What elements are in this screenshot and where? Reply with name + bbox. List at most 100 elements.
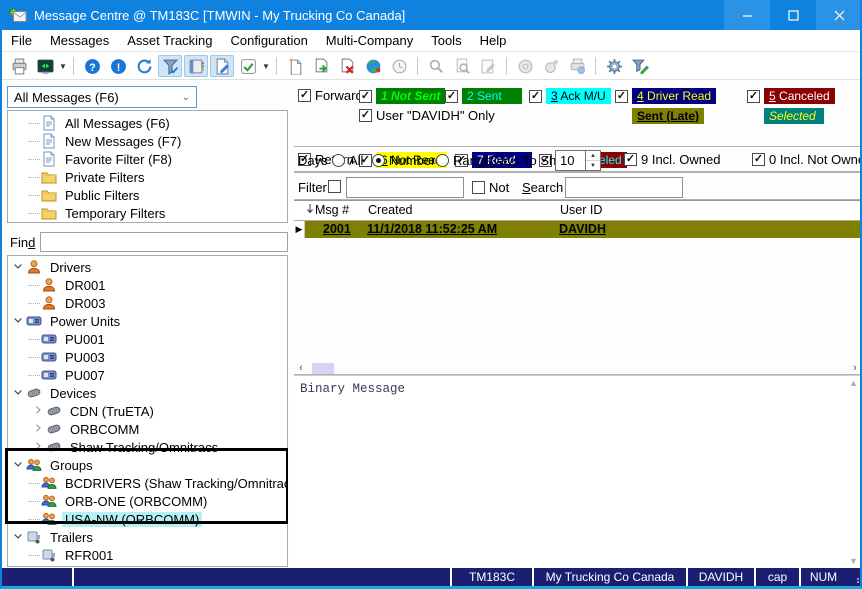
user-davidh-only-checkbox[interactable]: ✓User "DAVIDH" Only (359, 108, 495, 123)
days-radio-number[interactable]: Number (372, 153, 435, 168)
world-icon[interactable] (361, 55, 385, 77)
menu-asset-tracking[interactable]: Asset Tracking (118, 30, 221, 52)
hscroll-thumb[interactable] (312, 363, 334, 374)
days-to-show-value[interactable]: 10 (556, 151, 585, 170)
message-row[interactable]: ▶ 2001 11/1/2018 11:52:25 AM DAVIDH (294, 221, 862, 238)
filter-item-private-filters[interactable]: Private Filters (8, 168, 287, 186)
edit-icon[interactable] (476, 55, 500, 77)
connection-dropdown-icon[interactable]: ▼ (58, 55, 68, 77)
legend-canceled-fwd[interactable]: ✓5 Canceled (747, 88, 835, 104)
expand-chevron-icon[interactable] (32, 422, 46, 436)
tree-group-trailers[interactable]: Trailers (8, 528, 287, 546)
collapse-chevron-icon[interactable] (12, 530, 26, 544)
filter-checkbox[interactable] (328, 180, 341, 193)
tree-item-dr001[interactable]: DR001 (8, 276, 287, 294)
address-book-icon[interactable] (184, 55, 208, 77)
filter-item-temporary-filters[interactable]: Temporary Filters (8, 204, 287, 222)
tree-group-power-units[interactable]: Power Units (8, 312, 287, 330)
scroll-up-icon[interactable]: ▲ (849, 378, 858, 388)
spinner-up-icon[interactable]: ▲ (586, 151, 600, 161)
spell-check-icon[interactable] (236, 55, 260, 77)
remote-print-icon[interactable] (565, 55, 589, 77)
filter-item-all-messages[interactable]: All Messages (F6) (8, 114, 287, 132)
legend-ack-mu[interactable]: ✓3 Ack M/U (529, 88, 611, 104)
new-message-icon[interactable] (283, 55, 307, 77)
settings-icon[interactable] (602, 55, 626, 77)
tracking-icon[interactable] (539, 55, 563, 77)
spell-check-dropdown-icon[interactable]: ▼ (261, 55, 271, 77)
menu-tools[interactable]: Tools (422, 30, 470, 52)
scroll-down-icon[interactable]: ▼ (849, 556, 858, 566)
hscroll-track[interactable] (308, 363, 848, 374)
filter-combo[interactable]: All Messages (F6) ⌄ (7, 86, 197, 108)
folder-icon (41, 205, 57, 221)
tree-item-rfr001[interactable]: RFR001 (8, 546, 287, 564)
column-created[interactable]: Created (368, 203, 412, 217)
filter-messages-icon[interactable] (158, 55, 182, 77)
column-msg-num[interactable]: Msg # (315, 203, 349, 217)
days-to-show-spinner[interactable]: 10 ▲▼ (555, 150, 601, 171)
maximize-button[interactable] (770, 0, 816, 30)
tree-item-bcdrivers[interactable]: BCDRIVERS (Shaw Tracking/Omnitracs) (8, 474, 287, 492)
scroll-left-icon[interactable]: ‹ (294, 363, 308, 374)
filter-item-favorite-filter[interactable]: Favorite Filter (F8) (8, 150, 287, 168)
menu-multi-company[interactable]: Multi-Company (317, 30, 422, 52)
tree-item-shaw-tracking[interactable]: Shaw Tracking/Omnitracs (8, 438, 287, 456)
expand-chevron-icon[interactable] (32, 404, 46, 418)
tree-group-devices[interactable]: Devices (8, 384, 287, 402)
binary-vscrollbar[interactable]: ▲ ▼ (847, 378, 860, 566)
collapse-chevron-icon[interactable] (12, 458, 26, 472)
tree-item-pu001[interactable]: PU001 (8, 330, 287, 348)
spinner-down-icon[interactable]: ▼ (586, 161, 600, 170)
tree-group-groups[interactable]: Groups (8, 456, 287, 474)
find-input[interactable] (40, 232, 288, 252)
collapse-chevron-icon[interactable] (12, 314, 26, 328)
compose-page-icon[interactable] (210, 55, 234, 77)
print-preview-icon[interactable] (450, 55, 474, 77)
menu-file[interactable]: File (2, 30, 41, 52)
tree-item-cdn-trueta[interactable]: CDN (TruETA) (8, 402, 287, 420)
legend-sent[interactable]: ✓2 Sent (445, 88, 522, 104)
expand-chevron-icon[interactable] (32, 440, 46, 454)
help-icon[interactable]: ? (80, 55, 104, 77)
collapse-chevron-icon[interactable] (12, 260, 26, 274)
delete-message-icon[interactable] (335, 55, 359, 77)
legend-not-sent[interactable]: ✓1 Not Sent (359, 88, 445, 104)
scroll-right-icon[interactable]: › (848, 363, 862, 374)
clock-icon[interactable] (387, 55, 411, 77)
collapse-chevron-icon[interactable] (12, 386, 26, 400)
tree-item-dr003[interactable]: DR003 (8, 294, 287, 312)
legend-driver-read[interactable]: ✓4 Driver Read (615, 88, 716, 104)
tree-item-pu003[interactable]: PU003 (8, 348, 287, 366)
about-icon[interactable]: ! (106, 55, 130, 77)
not-checkbox[interactable]: Not (472, 180, 509, 195)
connection-monitor-icon[interactable] (33, 55, 57, 77)
filter-input[interactable] (346, 177, 464, 198)
print-icon[interactable] (7, 55, 31, 77)
disc-icon[interactable] (513, 55, 537, 77)
minimize-button[interactable] (724, 0, 770, 30)
menu-messages[interactable]: Messages (41, 30, 118, 52)
resize-grip[interactable] (846, 568, 862, 586)
tree-item-orbcomm[interactable]: ORBCOMM (8, 420, 287, 438)
filter-item-public-filters[interactable]: Public Filters (8, 186, 287, 204)
column-user-id[interactable]: User ID (560, 203, 602, 217)
filter-item-new-messages[interactable]: New Messages (F7) (8, 132, 287, 150)
menu-help[interactable]: Help (471, 30, 516, 52)
sort-descending-icon[interactable] (306, 203, 314, 217)
tree-group-drivers[interactable]: Drivers (8, 258, 287, 276)
forward-checkbox[interactable]: ✓Forward (298, 88, 363, 103)
tree-item-pu007[interactable]: PU007 (8, 366, 287, 384)
tree-item-orb-one[interactable]: ORB-ONE (ORBCOMM) (8, 492, 287, 510)
refresh-icon[interactable] (132, 55, 156, 77)
search-icon[interactable] (424, 55, 448, 77)
days-radio-range[interactable]: Range (436, 153, 491, 168)
days-radio-all[interactable]: All (332, 153, 363, 168)
search-input[interactable] (565, 177, 683, 198)
menu-configuration[interactable]: Configuration (221, 30, 316, 52)
message-list-hscrollbar[interactable]: ‹ › (294, 362, 862, 375)
tree-item-usa-nw[interactable]: USA-NW (ORBCOMM) (8, 510, 287, 528)
filter-edit-icon[interactable] (628, 55, 652, 77)
forward-message-icon[interactable] (309, 55, 333, 77)
close-button[interactable] (816, 0, 862, 30)
